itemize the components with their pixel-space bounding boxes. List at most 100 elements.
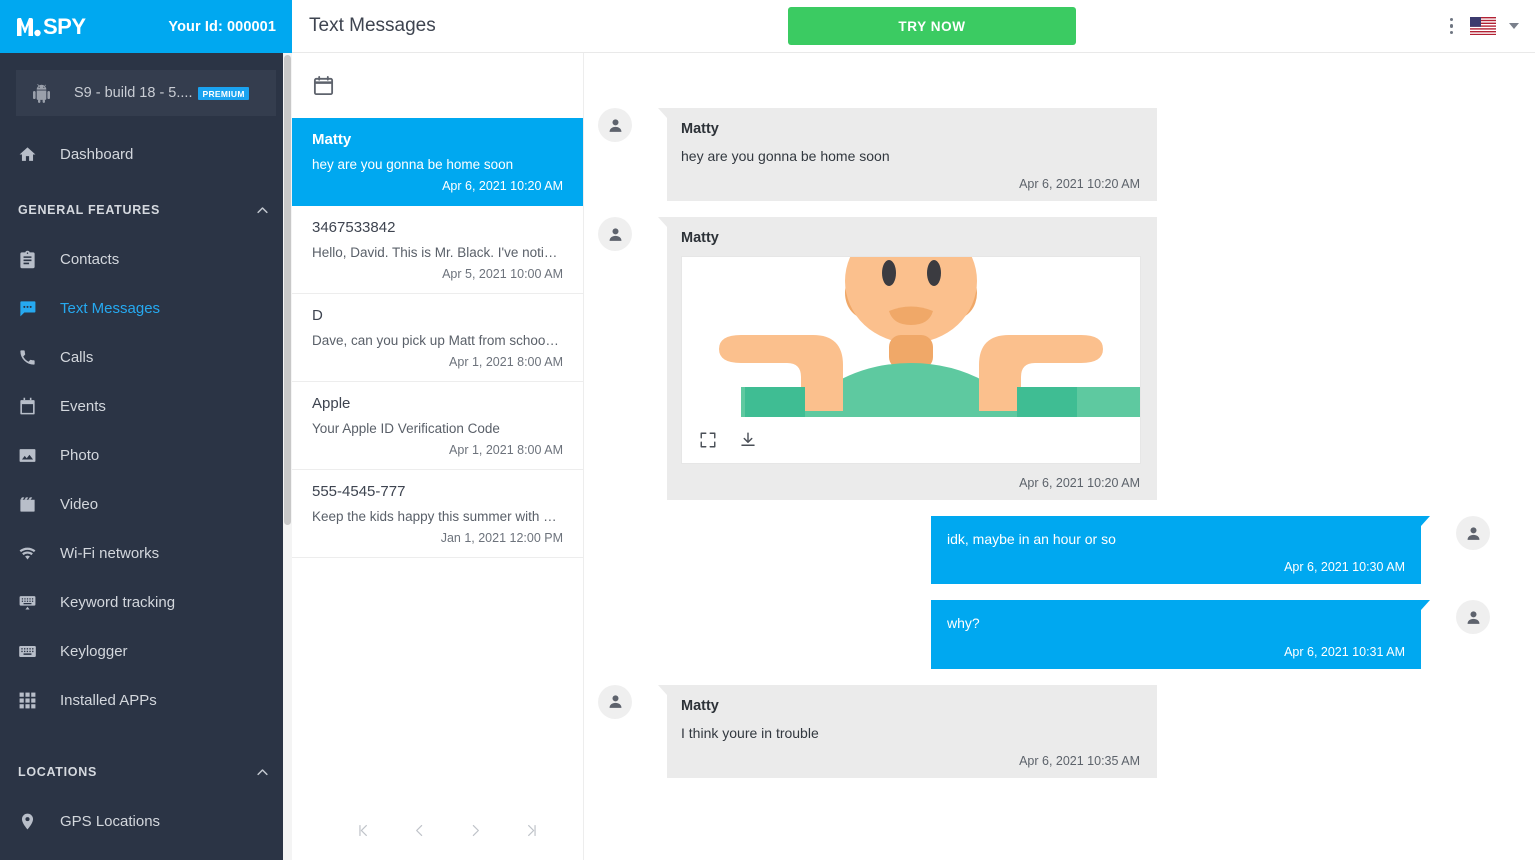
sidebar-item-keyword-tracking[interactable]: Keyword tracking <box>0 578 292 627</box>
avatar <box>598 684 632 719</box>
sidebar-item-label: Keyword tracking <box>60 594 176 611</box>
list-item[interactable]: Apple Your Apple ID Verification Code Ap… <box>292 382 583 470</box>
sidebar-scrollbar-thumb[interactable] <box>284 55 291 525</box>
section-locations[interactable]: LOCATIONS <box>0 747 292 797</box>
list-item[interactable]: D Dave, can you pick up Matt from schoo…… <box>292 294 583 382</box>
thread-name: D <box>312 307 323 324</box>
device-name: S9 - build 18 - 5.... <box>74 85 193 101</box>
section-title: GENERAL FEATURES <box>18 203 160 217</box>
sidebar-item-contacts[interactable]: Contacts <box>0 235 292 284</box>
grid-icon <box>16 691 38 710</box>
message-text: hey are you gonna be home soon <box>681 148 890 164</box>
sidebar-item-calls[interactable]: Calls <box>0 333 292 382</box>
prev-page-icon[interactable] <box>404 814 436 846</box>
home-icon <box>16 145 38 164</box>
app-root: SPY Your Id: 000001 S9 - build 18 - 5...… <box>0 0 1535 860</box>
topbar-right-controls <box>1446 16 1519 37</box>
sidebar-nav: Dashboard GENERAL FEATURES Contacts Text… <box>0 130 292 860</box>
message-list-panel: Matty hey are you gonna be home soon Apr… <box>292 53 584 860</box>
sidebar-item-gps-locations[interactable]: GPS Locations <box>0 797 292 846</box>
phone-icon <box>16 348 38 367</box>
avatar <box>1456 516 1490 551</box>
thread-date: Apr 6, 2021 10:20 AM <box>442 179 563 193</box>
message-time: Apr 6, 2021 10:20 AM <box>1019 177 1140 192</box>
android-icon <box>30 83 52 103</box>
message-sender: Matty <box>681 121 719 137</box>
sidebar-item-label: Events <box>60 398 106 415</box>
device-selector[interactable]: S9 - build 18 - 5.... PREMIUM <box>16 70 276 116</box>
sidebar-item-events[interactable]: Events <box>0 382 292 431</box>
thread-date: Apr 1, 2021 8:00 AM <box>449 355 563 369</box>
sidebar-item-keylogger[interactable]: Keylogger <box>0 627 292 676</box>
attachment-toolbar <box>682 417 1140 463</box>
us-flag-icon[interactable] <box>1470 17 1496 35</box>
message-time: Apr 6, 2021 10:35 AM <box>1019 753 1140 768</box>
thread-preview: hey are you gonna be home soon <box>312 157 514 172</box>
attachment-image[interactable] <box>682 257 1140 418</box>
message-row: Matty I think youre in trouble Apr 6, 20… <box>598 684 1490 778</box>
date-filter-bar <box>292 53 583 118</box>
thread-name: Matty <box>312 131 352 148</box>
list-item[interactable]: 3467533842 Hello, David. This is Mr. Bla… <box>292 206 583 294</box>
pagination <box>292 800 583 860</box>
message-attachment <box>681 256 1141 465</box>
try-now-button[interactable]: TRY NOW <box>788 7 1076 45</box>
message-bubble-outgoing: idk, maybe in an hour or so Apr 6, 2021 … <box>931 516 1430 585</box>
sidebar-item-wifi-networks[interactable]: Wi-Fi networks <box>0 529 292 578</box>
contacts-icon <box>16 250 38 269</box>
calendar-icon[interactable] <box>312 74 335 97</box>
chevron-up-icon[interactable] <box>255 765 270 780</box>
keyboard-icon <box>16 642 38 661</box>
photo-icon <box>16 446 38 465</box>
thread-name: 555-4545-777 <box>312 483 406 500</box>
message-row: Matty Apr 6, 2021 10:20 AM <box>598 217 1490 501</box>
sidebar-item-video[interactable]: Video <box>0 480 292 529</box>
sidebar-item-label: Wi-Fi networks <box>60 545 160 562</box>
chevron-down-icon[interactable] <box>1509 23 1519 29</box>
next-page-icon[interactable] <box>460 814 492 846</box>
brand-bar: SPY Your Id: 000001 <box>0 0 292 53</box>
last-page-icon[interactable] <box>516 814 548 846</box>
message-sender: Matty <box>681 697 719 714</box>
first-page-icon[interactable] <box>348 814 380 846</box>
message-time: Apr 6, 2021 10:31 AM <box>1284 644 1405 659</box>
fullscreen-icon[interactable] <box>699 431 717 449</box>
sidebar: SPY Your Id: 000001 S9 - build 18 - 5...… <box>0 0 292 860</box>
page-title: Text Messages <box>309 15 436 36</box>
thread-preview: Keep the kids happy this summer with … <box>312 509 557 524</box>
message-row: why? Apr 6, 2021 10:31 AM <box>598 600 1490 669</box>
list-item[interactable]: 555-4545-777 Keep the kids happy this su… <box>292 470 583 558</box>
calendar-icon <box>16 397 38 416</box>
sidebar-item-label: Photo <box>60 447 100 464</box>
thread-name: Apple <box>312 395 351 412</box>
video-icon <box>16 495 38 514</box>
sidebar-item-label: Keylogger <box>60 643 128 660</box>
sidebar-item-text-messages[interactable]: Text Messages <box>0 284 292 333</box>
sidebar-item-photo[interactable]: Photo <box>0 431 292 480</box>
keyword-icon <box>16 593 38 612</box>
thread-preview: Hello, David. This is Mr. Black. I've no… <box>312 245 558 260</box>
message-time: Apr 6, 2021 10:20 AM <box>1019 476 1140 491</box>
message-sender: Matty <box>681 230 719 247</box>
list-item[interactable]: Matty hey are you gonna be home soon Apr… <box>292 118 583 206</box>
mspy-m-logo-icon <box>16 16 42 38</box>
thread-date: Apr 5, 2021 10:00 AM <box>442 267 563 281</box>
sidebar-item-installed-apps[interactable]: Installed APPs <box>0 676 292 725</box>
thread-name: 3467533842 <box>312 219 396 236</box>
thread-date: Apr 1, 2021 8:00 AM <box>449 443 563 457</box>
download-icon[interactable] <box>739 431 757 449</box>
sidebar-item-label: Installed APPs <box>60 692 157 709</box>
kebab-menu-icon[interactable] <box>1446 16 1458 37</box>
conversation-panel: Matty hey are you gonna be home soon Apr… <box>584 53 1535 860</box>
content-area: Matty hey are you gonna be home soon Apr… <box>292 53 1535 860</box>
message-text: why? <box>947 615 980 632</box>
thread-preview: Dave, can you pick up Matt from schoo… <box>312 333 559 348</box>
your-id-label: Your Id: 000001 <box>168 18 276 35</box>
chevron-up-icon[interactable] <box>255 203 270 218</box>
mspy-logo[interactable]: SPY <box>16 14 86 40</box>
sidebar-item-dashboard[interactable]: Dashboard <box>0 130 292 179</box>
wifi-icon <box>16 544 38 563</box>
avatar <box>598 217 632 252</box>
section-general-features[interactable]: GENERAL FEATURES <box>0 185 292 235</box>
thread-list: Matty hey are you gonna be home soon Apr… <box>292 118 583 800</box>
